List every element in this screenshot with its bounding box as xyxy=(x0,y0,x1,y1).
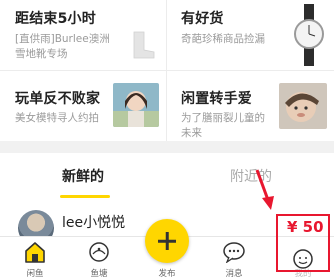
child-photo-thumbnail xyxy=(279,83,327,129)
boots-thumbnail xyxy=(128,26,160,62)
feed-item[interactable]: lee小悦悦 xyxy=(18,210,158,246)
card-subtitle: 美女模特寻人约拍 xyxy=(15,112,99,124)
watch-thumbnail xyxy=(289,4,329,66)
model-photo-thumbnail xyxy=(113,83,159,127)
nav-pond[interactable]: 鱼塘 xyxy=(74,237,124,279)
red-arrow-annotation xyxy=(255,169,274,210)
feed-username: lee小悦悦 xyxy=(62,215,126,231)
card-title: 距结束5小时 xyxy=(15,11,96,27)
nav-publish-label: 发布 xyxy=(158,269,176,279)
nav-pond-label: 鱼塘 xyxy=(90,269,108,279)
tab-fresh[interactable]: 新鲜的 xyxy=(62,166,104,186)
publish-button[interactable] xyxy=(145,219,189,263)
card-good-goods[interactable]: 有好货 奇葩珍稀商品捡漏 xyxy=(167,0,334,70)
card-subtitle-line-2: 雪地靴专场 xyxy=(15,48,68,60)
tab-active-indicator xyxy=(60,195,110,198)
card-subtitle-line-1: [直供雨]Burlee澳洲 xyxy=(15,33,110,45)
card-subtitle-line-1: 为了膳丽裂儿童的 xyxy=(181,112,265,124)
card-title: 有好货 xyxy=(181,11,224,27)
home-icon xyxy=(25,242,45,263)
section-separator xyxy=(0,141,334,153)
card-title: 闲置转手爱 xyxy=(181,91,252,107)
grid-divider-horizontal xyxy=(0,70,334,71)
card-subtitle-line-2: 未来 xyxy=(181,127,202,139)
card-subtitle: 奇葩珍稀商品捡漏 xyxy=(181,33,265,45)
nav-home[interactable]: 闲鱼 xyxy=(10,237,60,279)
fish-pond-icon xyxy=(89,242,109,262)
nav-messages[interactable]: 消息 xyxy=(209,237,259,279)
message-bubble-icon xyxy=(223,242,245,263)
card-title: 玩单反不败家 xyxy=(15,91,101,107)
card-dslr[interactable]: 玩单反不败家 美女模特寻人约拍 xyxy=(0,71,166,141)
nav-messages-label: 消息 xyxy=(225,269,243,279)
card-idle-resale[interactable]: 闲置转手爱 为了膳丽裂儿童的 未来 xyxy=(167,71,334,141)
card-ending-soon[interactable]: 距结束5小时 [直供雨]Burlee澳洲 雪地靴专场 xyxy=(0,0,166,70)
nav-home-label: 闲鱼 xyxy=(26,269,44,279)
price-annotation: ¥ 50 xyxy=(287,218,324,236)
